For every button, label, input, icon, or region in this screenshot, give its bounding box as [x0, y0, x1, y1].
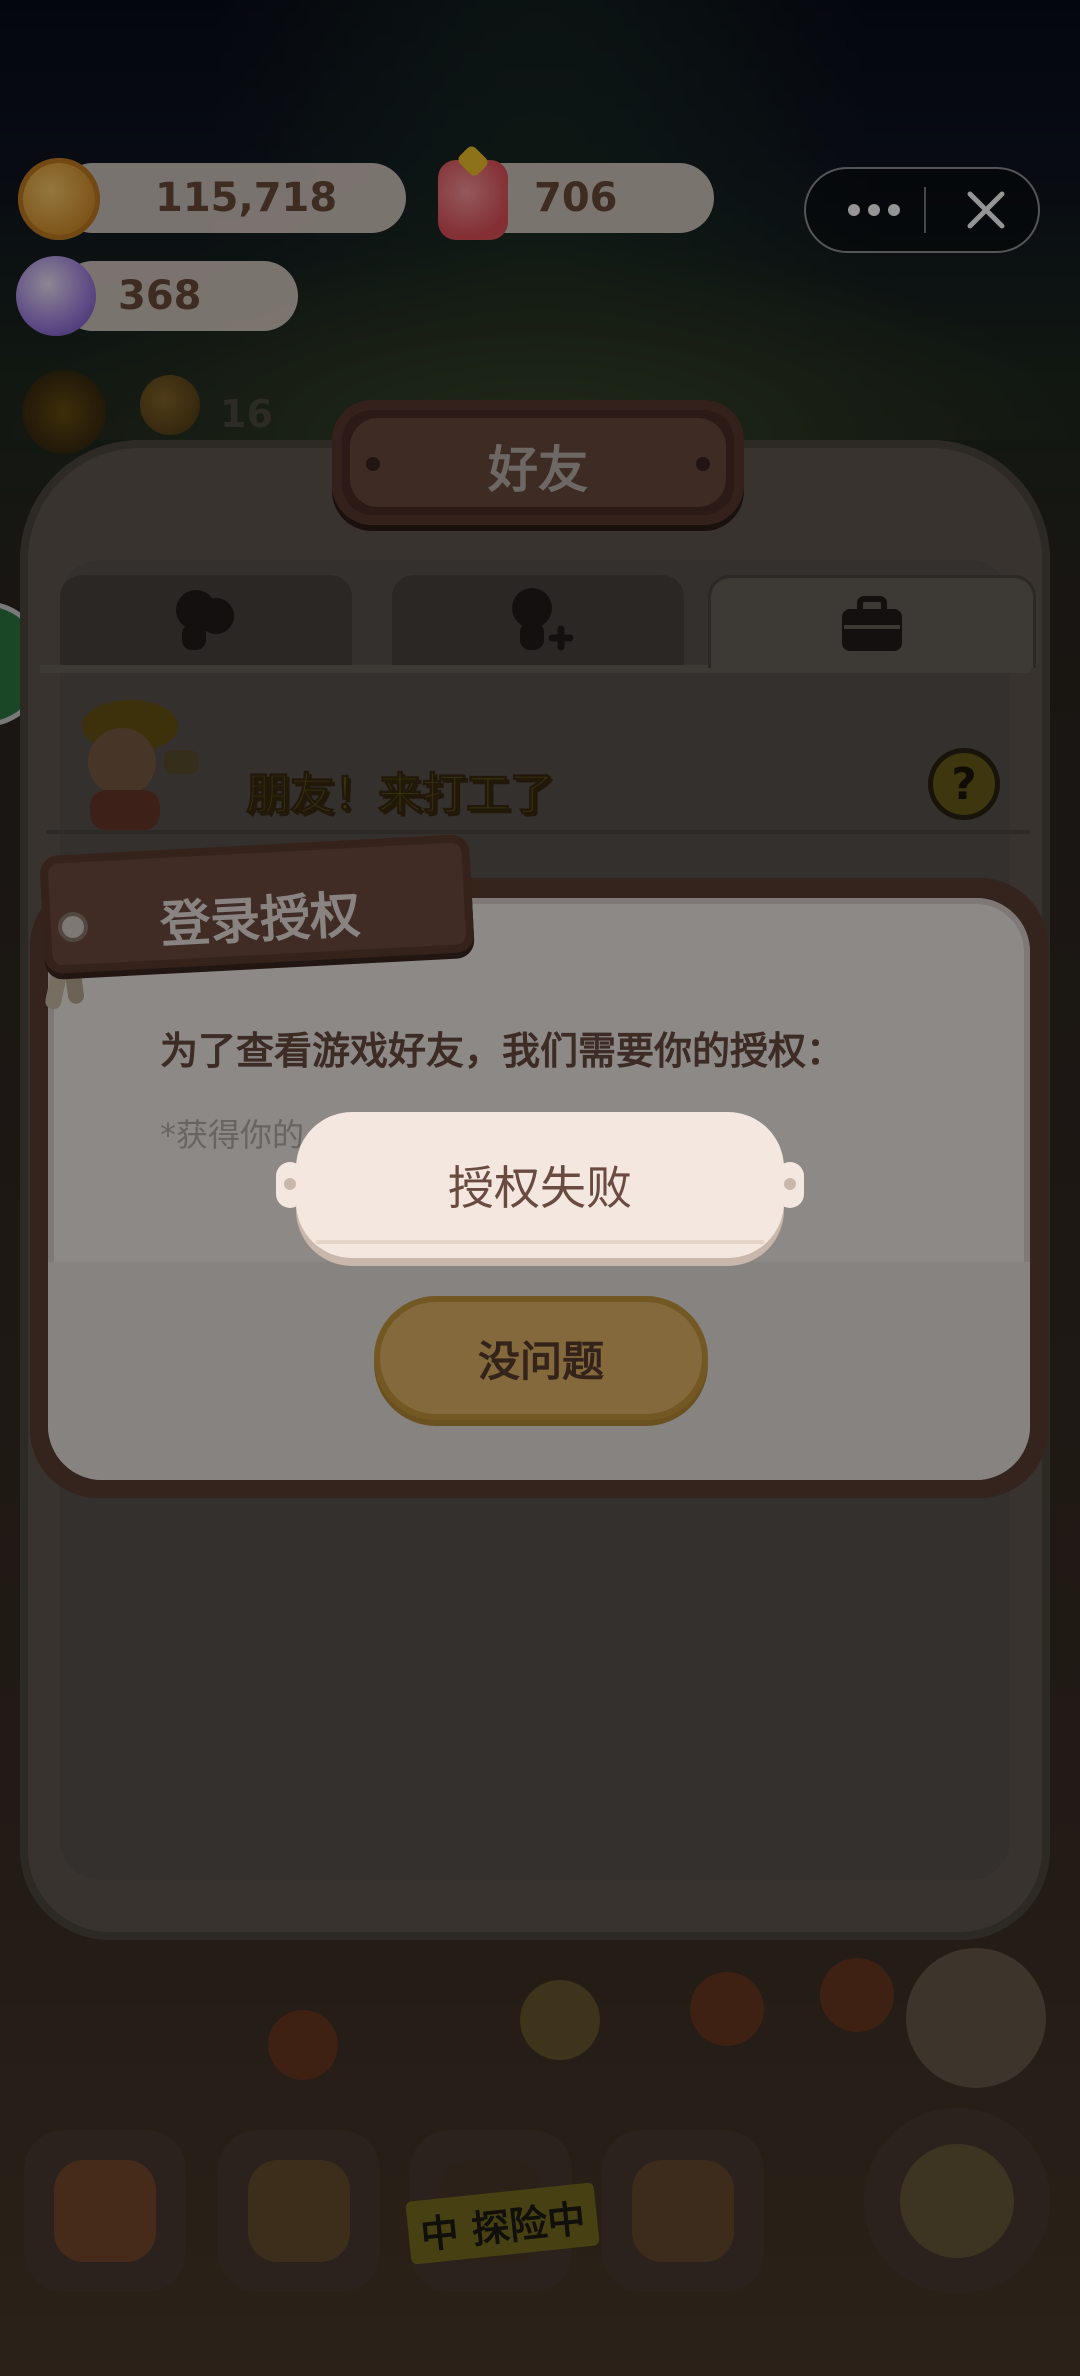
add-friend-icon: [512, 588, 574, 651]
sun-icon[interactable]: [22, 370, 106, 454]
tag-hole: [58, 912, 88, 942]
work-banner-text: 朋友！来打工了: [246, 769, 555, 821]
dialog-title: 登录授权: [158, 885, 362, 955]
gems-value: 706: [534, 175, 618, 221]
nav-notes[interactable]: [218, 2130, 380, 2292]
divider: [46, 830, 1030, 834]
briefcase-icon: [842, 596, 902, 651]
nav-shop[interactable]: [602, 2130, 764, 2292]
nav-character[interactable]: [864, 2108, 1050, 2294]
tab-friends[interactable]: [60, 575, 352, 665]
event-icon[interactable]: [906, 1948, 1046, 2088]
candies-value: 368: [118, 273, 202, 319]
coin-icon: [18, 158, 100, 240]
more-dots-icon[interactable]: [834, 169, 914, 251]
candy-icon: [16, 256, 96, 336]
shop-icon: [632, 2160, 734, 2262]
character-icon: [900, 2144, 1014, 2258]
gingerbread-character: [268, 2010, 338, 2080]
coins-value: 115,718: [155, 175, 338, 221]
auth-message: 为了查看游戏好友，我们需要你的授权：: [160, 1029, 845, 1073]
capsule-divider: [924, 187, 926, 233]
help-button[interactable]: ?: [928, 748, 1000, 820]
ok-button[interactable]: 没问题: [374, 1296, 708, 1420]
gingerbread-character: [520, 1980, 600, 2060]
gingerbread-character: [690, 1972, 764, 2046]
close-icon[interactable]: [936, 169, 1036, 251]
auth-note: *获得你的: [160, 1116, 305, 1154]
friends-icon: [176, 590, 234, 650]
hud-count: 16: [220, 392, 273, 436]
coins-counter[interactable]: 115,718: [58, 163, 406, 233]
house-icon: [54, 2160, 156, 2262]
gingerbread-icon: [140, 375, 200, 435]
notebook-icon: [248, 2160, 350, 2262]
tab-briefcase[interactable]: [708, 575, 1036, 668]
worker-girl-avatar: [82, 700, 198, 830]
auth-failed-toast: 授权失败: [296, 1112, 784, 1258]
toast-stripe: [316, 1240, 764, 1244]
gingerbread-character: [820, 1958, 894, 2032]
gem-icon: [438, 160, 508, 240]
panel-title: 好友: [488, 441, 588, 499]
tab-add-friend[interactable]: [392, 575, 684, 665]
nav-home[interactable]: [24, 2130, 186, 2292]
miniprogram-capsule: [804, 167, 1040, 253]
